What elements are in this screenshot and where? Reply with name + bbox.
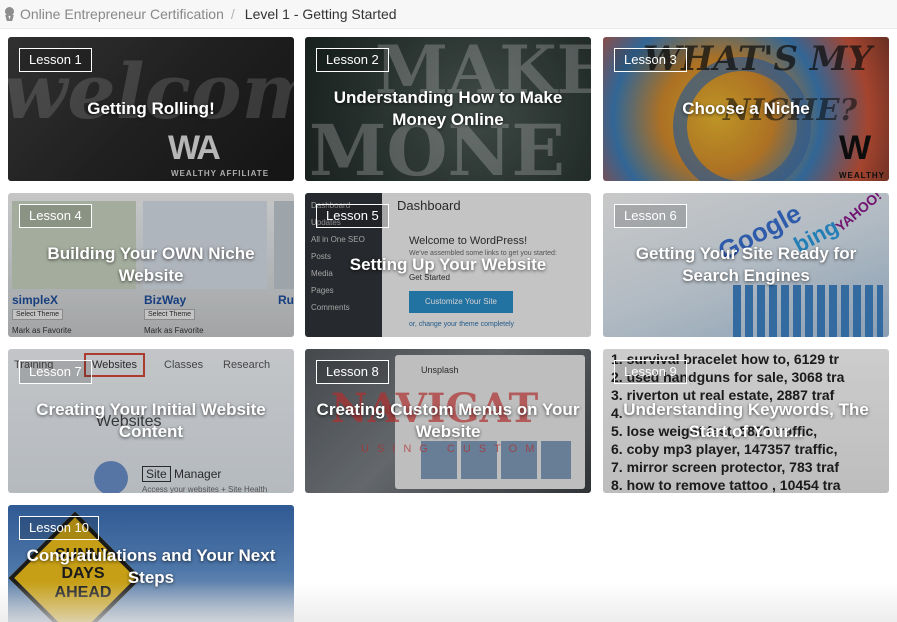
lesson-badge: Lesson 6 [614,204,687,228]
lesson-card-8[interactable]: Unsplash NAVIGAT USING CUSTOM Lesson 8 C… [305,349,591,493]
lesson-title: Getting Your Site Ready for Search Engin… [635,244,857,285]
lesson-badge: Lesson 1 [19,48,92,72]
lesson-badge: Lesson 5 [316,204,389,228]
lesson-badge: Lesson 8 [316,360,389,384]
lesson-title: Getting Rolling! [87,99,215,118]
lesson-title: Congratulations and Your Next Steps [26,546,276,587]
lesson-badge: Lesson 7 [19,360,92,384]
award-ribbon-icon [4,7,16,21]
lesson-card-9[interactable]: 1. survival bracelet how to, 6129 tr 2. … [603,349,889,493]
lesson-badge: Lesson 10 [19,516,99,540]
breadcrumb: Online Entrepreneur Certification / Leve… [0,0,897,29]
lesson-title: Creating Custom Menus on Your Website [316,400,580,441]
lesson-title: Understanding Keywords, The Start of You… [623,400,869,441]
lesson-title: Creating Your Initial Website Content [36,400,266,441]
lesson-title: Understanding How to Make Money Online [333,88,563,129]
lesson-card-1[interactable]: welcom WA WEALTHY AFFILIATE Lesson 1 Get… [8,37,294,181]
lesson-badge: Lesson 4 [19,204,92,228]
lesson-card-3[interactable]: WHAT'S MY NICHE? W WEALTHY Lesson 3 Choo… [603,37,889,181]
lesson-card-6[interactable]: Google bing YAHOO! Lesson 6 Getting Your… [603,193,889,337]
lesson-badge: Lesson 3 [614,48,687,72]
breadcrumb-current: Level 1 - Getting Started [244,6,397,22]
lesson-title: Choose a Niche [682,99,810,118]
lesson-card-5[interactable]: Dashboard Updates All in One SEO Posts M… [305,193,591,337]
lesson-card-10[interactable]: SUNNY DAYS AHEAD Lesson 10 Congratulatio… [8,505,294,622]
lesson-card-4[interactable]: simpleX BizWay Ru Select Theme Select Th… [8,193,294,337]
lesson-badge: Lesson 2 [316,48,389,72]
lesson-title: Setting Up Your Website [349,255,547,274]
lesson-card-2[interactable]: MAKE MONE Lesson 2 Understanding How to … [305,37,591,181]
lesson-card-7[interactable]: Training Websites Classes Research Websi… [8,349,294,493]
lesson-badge: Lesson 9 [614,360,687,384]
breadcrumb-separator: / [230,6,235,22]
breadcrumb-course-link[interactable]: Online Entrepreneur Certification [20,6,224,22]
lesson-title: Building Your OWN Niche Website [47,244,255,285]
